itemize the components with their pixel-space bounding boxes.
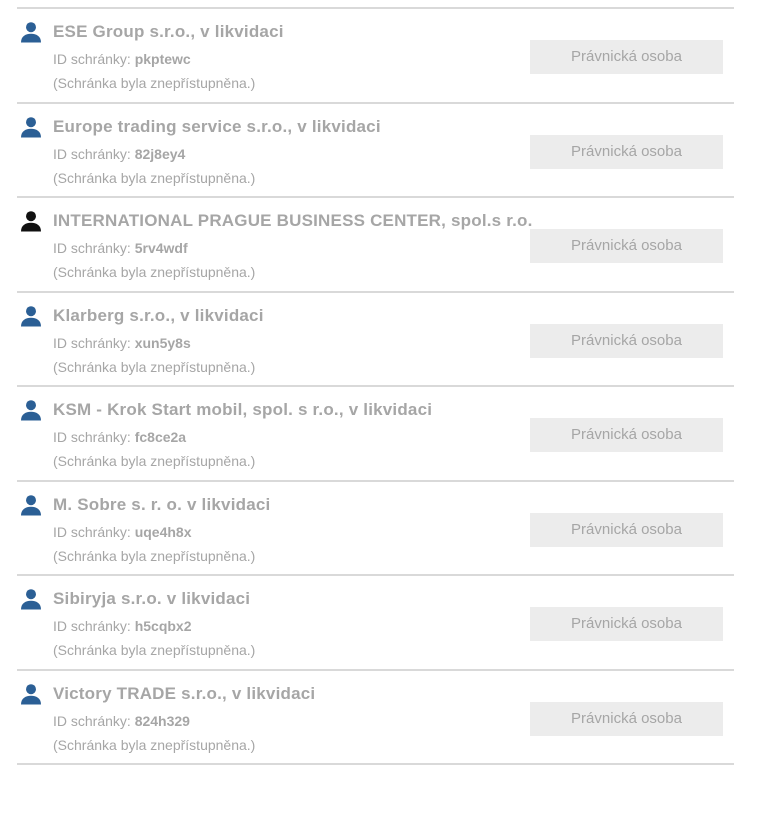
item-id-value: xun5y8s [134, 334, 191, 351]
list-item[interactable]: Sibiryja s.r.o. v likvidaci ID schránky:… [17, 576, 734, 671]
item-type-badge[interactable]: Právnická osoba [530, 512, 723, 547]
item-id: ID schránky: h5cqbx2 [53, 618, 192, 634]
item-id-value: pkptewc [134, 51, 191, 67]
item-id: ID schránky: 824h329 [53, 713, 190, 729]
item-id-value: 82j8ey4 [134, 145, 186, 162]
item-name[interactable]: Europe trading service s.r.o., v likvida… [53, 117, 381, 137]
person-icon [20, 305, 42, 327]
item-name[interactable]: ESE Group s.r.o., v likvidaci [53, 22, 284, 42]
item-status-note: (Schránka byla znepřístupněna.) [53, 642, 256, 658]
list-item[interactable]: ESE Group s.r.o., v likvidaci ID schránk… [17, 9, 734, 104]
item-status-note: (Schránka byla znepřístupněna.) [53, 736, 256, 753]
item-id-label: ID schránky: [53, 51, 135, 67]
item-id: ID schránky: 5rv4wdf [53, 240, 188, 256]
item-id: ID schránky: pkptewc [53, 51, 191, 67]
item-type-badge[interactable]: Právnická osoba [530, 607, 723, 641]
person-icon [20, 683, 42, 705]
item-type-badge[interactable]: Právnická osoba [530, 40, 723, 74]
list-item[interactable]: KSM - Krok Start mobil, spol. s r.o., v … [17, 387, 734, 482]
list-item[interactable]: Europe trading service s.r.o., v likvida… [17, 104, 734, 198]
person-icon [20, 116, 42, 138]
item-id-value: fc8ce2a [134, 429, 187, 445]
item-type-badge[interactable]: Právnická osoba [530, 229, 723, 263]
item-id-value: h5cqbx2 [134, 618, 192, 634]
item-id-value: uqe4h8x [134, 523, 192, 540]
item-id-label: ID schránky: [53, 334, 135, 351]
item-name[interactable]: KSM - Krok Start mobil, spol. s r.o., v … [53, 400, 432, 420]
person-icon [20, 588, 42, 610]
item-id-label: ID schránky: [53, 240, 135, 256]
list-item[interactable]: Klarberg s.r.o., v likvidaci ID schránky… [17, 293, 734, 387]
item-status-note: (Schránka byla znepřístupněna.) [53, 453, 256, 469]
person-icon [20, 21, 42, 43]
item-status-note: (Schránka byla znepřístupněna.) [53, 358, 256, 375]
item-status-note: (Schránka byla znepřístupněna.) [53, 264, 256, 280]
item-status-note: (Schránka byla znepřístupněna.) [53, 75, 256, 91]
list-item[interactable]: M. Sobre s. r. o. v likvidaci ID schránk… [17, 482, 734, 576]
item-id-value: 824h329 [134, 712, 190, 729]
list-item[interactable]: Victory TRADE s.r.o., v likvidaci ID sch… [17, 671, 734, 765]
item-name[interactable]: INTERNATIONAL PRAGUE BUSINESS CENTER, sp… [53, 211, 533, 231]
item-status-note: (Schránka byla znepřístupněna.) [53, 169, 256, 186]
item-type-badge[interactable]: Právnická osoba [530, 701, 723, 736]
item-id-label: ID schránky: [53, 712, 135, 729]
item-type-badge[interactable]: Právnická osoba [530, 134, 723, 169]
databox-results-list: ESE Group s.r.o., v likvidaci ID schránk… [17, 7, 734, 765]
person-icon [20, 494, 42, 516]
item-id: ID schránky: 82j8ey4 [53, 146, 185, 162]
person-icon [20, 210, 42, 232]
item-name[interactable]: M. Sobre s. r. o. v likvidaci [53, 495, 270, 515]
item-id: ID schránky: fc8ce2a [53, 429, 186, 445]
item-status-note: (Schránka byla znepřístupněna.) [53, 547, 256, 564]
item-id: ID schránky: xun5y8s [53, 335, 191, 351]
item-id-label: ID schránky: [53, 523, 135, 540]
item-name[interactable]: Klarberg s.r.o., v likvidaci [53, 306, 264, 326]
item-name[interactable]: Victory TRADE s.r.o., v likvidaci [53, 684, 315, 704]
item-id-value: 5rv4wdf [134, 240, 188, 256]
list-item[interactable]: INTERNATIONAL PRAGUE BUSINESS CENTER, sp… [17, 198, 734, 293]
item-id-label: ID schránky: [53, 145, 135, 162]
item-id-label: ID schránky: [53, 618, 135, 634]
item-id-label: ID schránky: [53, 429, 135, 445]
person-icon [20, 399, 42, 421]
item-id: ID schránky: uqe4h8x [53, 524, 192, 540]
item-type-badge[interactable]: Právnická osoba [530, 418, 723, 452]
item-name[interactable]: Sibiryja s.r.o. v likvidaci [53, 589, 250, 609]
item-type-badge[interactable]: Právnická osoba [530, 323, 723, 358]
